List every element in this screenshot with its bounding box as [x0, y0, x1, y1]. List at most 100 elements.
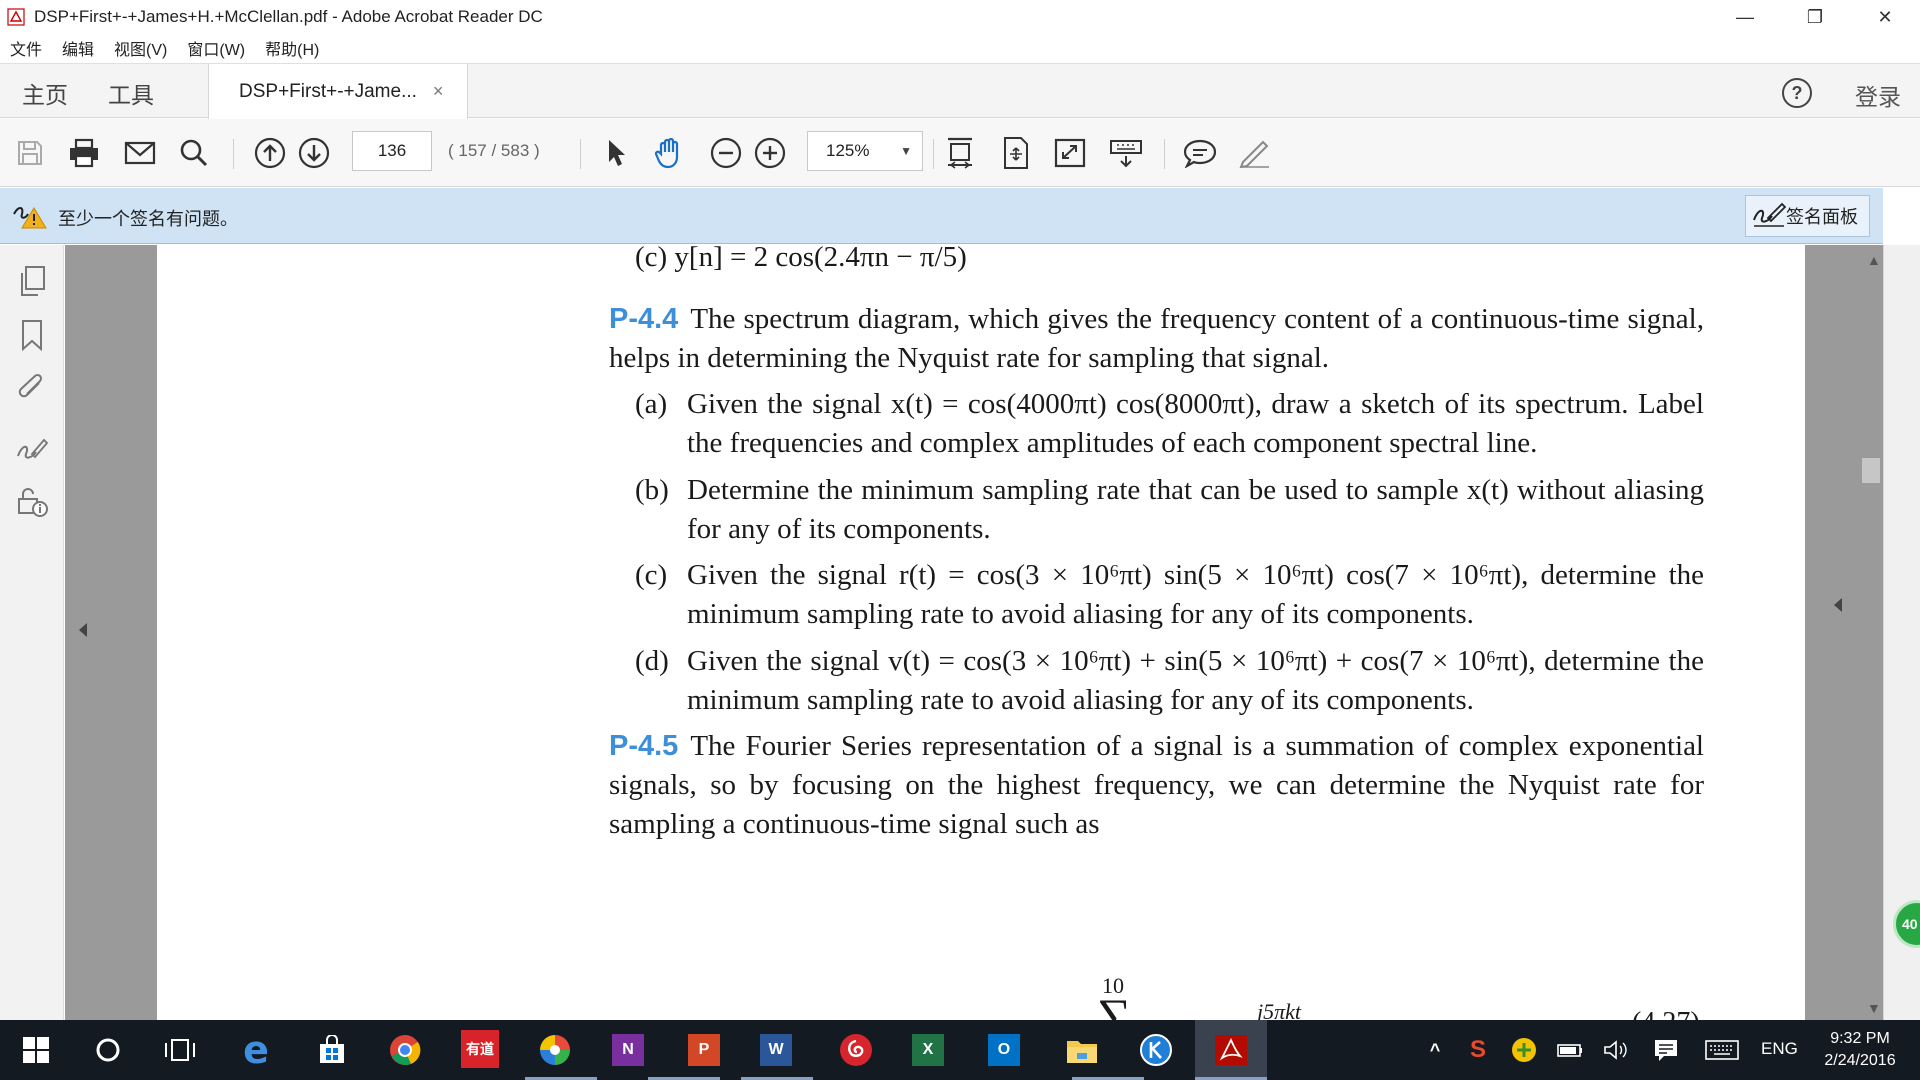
tray-overflow-icon[interactable]: ^ [1415, 1030, 1455, 1070]
item-text: Given the signal x(t) = cos(4000πt) cos(… [687, 388, 1704, 459]
outlook-icon[interactable]: O [988, 1034, 1020, 1066]
taskbar: e 有道 N P W X O ^ S ENG 9:32 PM 2/24/2016 [0, 1020, 1920, 1080]
problem-id: P-4.4 [609, 303, 679, 335]
save-icon[interactable] [12, 135, 48, 171]
equation-sigma: ∑ [1097, 990, 1132, 1021]
equation-exponent: j5πkt [1257, 999, 1302, 1020]
edge-icon[interactable]: e [236, 1028, 276, 1072]
tab-document[interactable]: DSP+First+-+Jame... × [208, 64, 468, 119]
menu-view[interactable]: 视图(V) [114, 36, 167, 60]
previous-item-text: (c) y[n] = 2 cos(2.4πn − π/5) [635, 245, 967, 273]
action-center-icon[interactable] [1646, 1030, 1686, 1070]
read-mode-icon[interactable] [1108, 135, 1144, 171]
login-link[interactable]: 登录 [1855, 78, 1901, 112]
tab-document-label: DSP+First+-+Jame... [239, 80, 417, 102]
problem-text: The spectrum diagram, which gives the fr… [609, 303, 1704, 374]
problem-text: The Fourier Series representation of a s… [609, 730, 1704, 840]
page-number-input[interactable]: 136 [352, 131, 432, 171]
item-label: (b) [635, 474, 669, 506]
menu-edit[interactable]: 编辑 [62, 36, 94, 60]
hand-icon[interactable] [652, 135, 688, 171]
select-cursor-icon[interactable] [598, 135, 634, 171]
menu-window[interactable]: 窗口(W) [187, 36, 245, 60]
signature-notice-bar: 至少一个签名有问题。 签名面板 [0, 188, 1883, 244]
item-label: (c) [635, 559, 668, 591]
cortana-icon[interactable] [88, 1030, 128, 1070]
comment-icon[interactable] [1182, 135, 1218, 171]
signature-icon[interactable] [14, 431, 50, 467]
scroll-up-icon[interactable]: ▲ [1867, 252, 1881, 268]
sign-icon[interactable] [1236, 135, 1272, 171]
signature-panel-button[interactable]: 签名面板 [1745, 195, 1870, 237]
youdao-icon[interactable]: 有道 [461, 1030, 499, 1068]
tab-close-icon[interactable]: × [433, 81, 444, 102]
keyboard-icon[interactable] [1702, 1030, 1742, 1070]
tab-home[interactable]: 主页 [22, 76, 68, 110]
volume-icon[interactable] [1596, 1030, 1636, 1070]
toolbar: 136 ( 157 / 583 ) 125% ▼ [0, 119, 1920, 187]
tab-tools[interactable]: 工具 [108, 76, 154, 110]
close-window-button[interactable]: ✕ [1850, 0, 1920, 34]
pinwheel-icon[interactable] [535, 1030, 575, 1070]
restore-button[interactable]: ❐ [1780, 0, 1850, 34]
acrobat-app-icon [6, 7, 26, 27]
previous-item: (c) y[n] = 2 cos(2.4πn − π/5) [635, 245, 1704, 277]
item-text: Determine the minimum sampling rate that… [687, 474, 1704, 545]
zoom-in-icon[interactable] [752, 135, 788, 171]
problem-id: P-4.5 [609, 730, 679, 762]
search-icon[interactable] [176, 135, 212, 171]
signature-pen-icon [1752, 200, 1787, 233]
page-view-icon[interactable] [998, 135, 1034, 171]
full-screen-icon[interactable] [1052, 135, 1088, 171]
minimize-button[interactable]: — [1710, 0, 1780, 34]
list-item: (a) Given the signal x(t) = cos(4000πt) … [635, 385, 1704, 463]
menu-help[interactable]: 帮助(H) [265, 36, 319, 60]
zoom-out-icon[interactable] [708, 135, 744, 171]
pages-icon[interactable] [14, 263, 50, 299]
powerpoint-icon[interactable]: P [688, 1034, 720, 1066]
print-icon[interactable] [66, 135, 102, 171]
acrobat-icon[interactable] [1211, 1030, 1251, 1070]
bookmark-icon[interactable] [14, 317, 50, 353]
title-bar: DSP+First+-+James+H.+McClellan.pdf - Ado… [0, 0, 1920, 34]
collapse-left-panel-icon[interactable] [79, 623, 87, 637]
clock[interactable]: 9:32 PM 2/24/2016 [1815, 1028, 1905, 1072]
item-label: (d) [635, 645, 669, 677]
k-app-icon[interactable] [1136, 1030, 1176, 1070]
scrollbar-thumb[interactable] [1862, 458, 1880, 483]
help-icon[interactable]: ? [1782, 78, 1812, 108]
menu-file[interactable]: 文件 [10, 36, 42, 60]
onenote-icon[interactable]: N [612, 1034, 644, 1066]
store-icon[interactable] [312, 1030, 352, 1070]
fit-width-icon[interactable] [942, 135, 978, 171]
list-item: (b) Determine the minimum sampling rate … [635, 471, 1704, 549]
page-down-icon[interactable] [296, 135, 332, 171]
chrome-icon[interactable] [385, 1030, 425, 1070]
language-indicator[interactable]: ENG [1761, 1039, 1798, 1059]
tray-plus-icon[interactable] [1504, 1030, 1544, 1070]
netease-music-icon[interactable] [836, 1030, 876, 1070]
pdf-page: (c) y[n] = 2 cos(2.4πn − π/5) P-4.4 The s… [157, 245, 1805, 1020]
file-explorer-icon[interactable] [1062, 1030, 1102, 1070]
excel-icon[interactable]: X [912, 1034, 944, 1066]
list-item: (c) Given the signal r(t) = cos(3 × 10⁶π… [635, 556, 1704, 634]
battery-icon[interactable] [1550, 1030, 1590, 1070]
menu-bar: 文件 编辑 视图(V) 窗口(W) 帮助(H) [0, 34, 1920, 62]
start-icon[interactable] [16, 1030, 56, 1070]
word-icon[interactable]: W [760, 1034, 792, 1066]
scroll-down-icon[interactable]: ▼ [1867, 1000, 1881, 1016]
collapse-right-panel-icon[interactable] [1834, 598, 1842, 612]
email-icon[interactable] [122, 135, 158, 171]
tab-bar: 主页 工具 DSP+First+-+Jame... × ? 登录 [0, 63, 1920, 119]
zoom-value: 125% [826, 141, 870, 160]
item-text: Given the signal r(t) = cos(3 × 10⁶πt) s… [687, 559, 1704, 630]
task-view-icon[interactable] [160, 1030, 200, 1070]
security-icon[interactable] [14, 483, 50, 519]
sogou-icon[interactable]: S [1458, 1030, 1498, 1070]
page-up-icon[interactable] [252, 135, 288, 171]
equation-number: (4.27) [1632, 1007, 1700, 1020]
chevron-down-icon: ▼ [900, 144, 912, 158]
signature-panel-label: 签名面板 [1786, 207, 1858, 227]
zoom-select[interactable]: 125% ▼ [807, 131, 923, 171]
attachment-icon[interactable] [14, 371, 50, 407]
